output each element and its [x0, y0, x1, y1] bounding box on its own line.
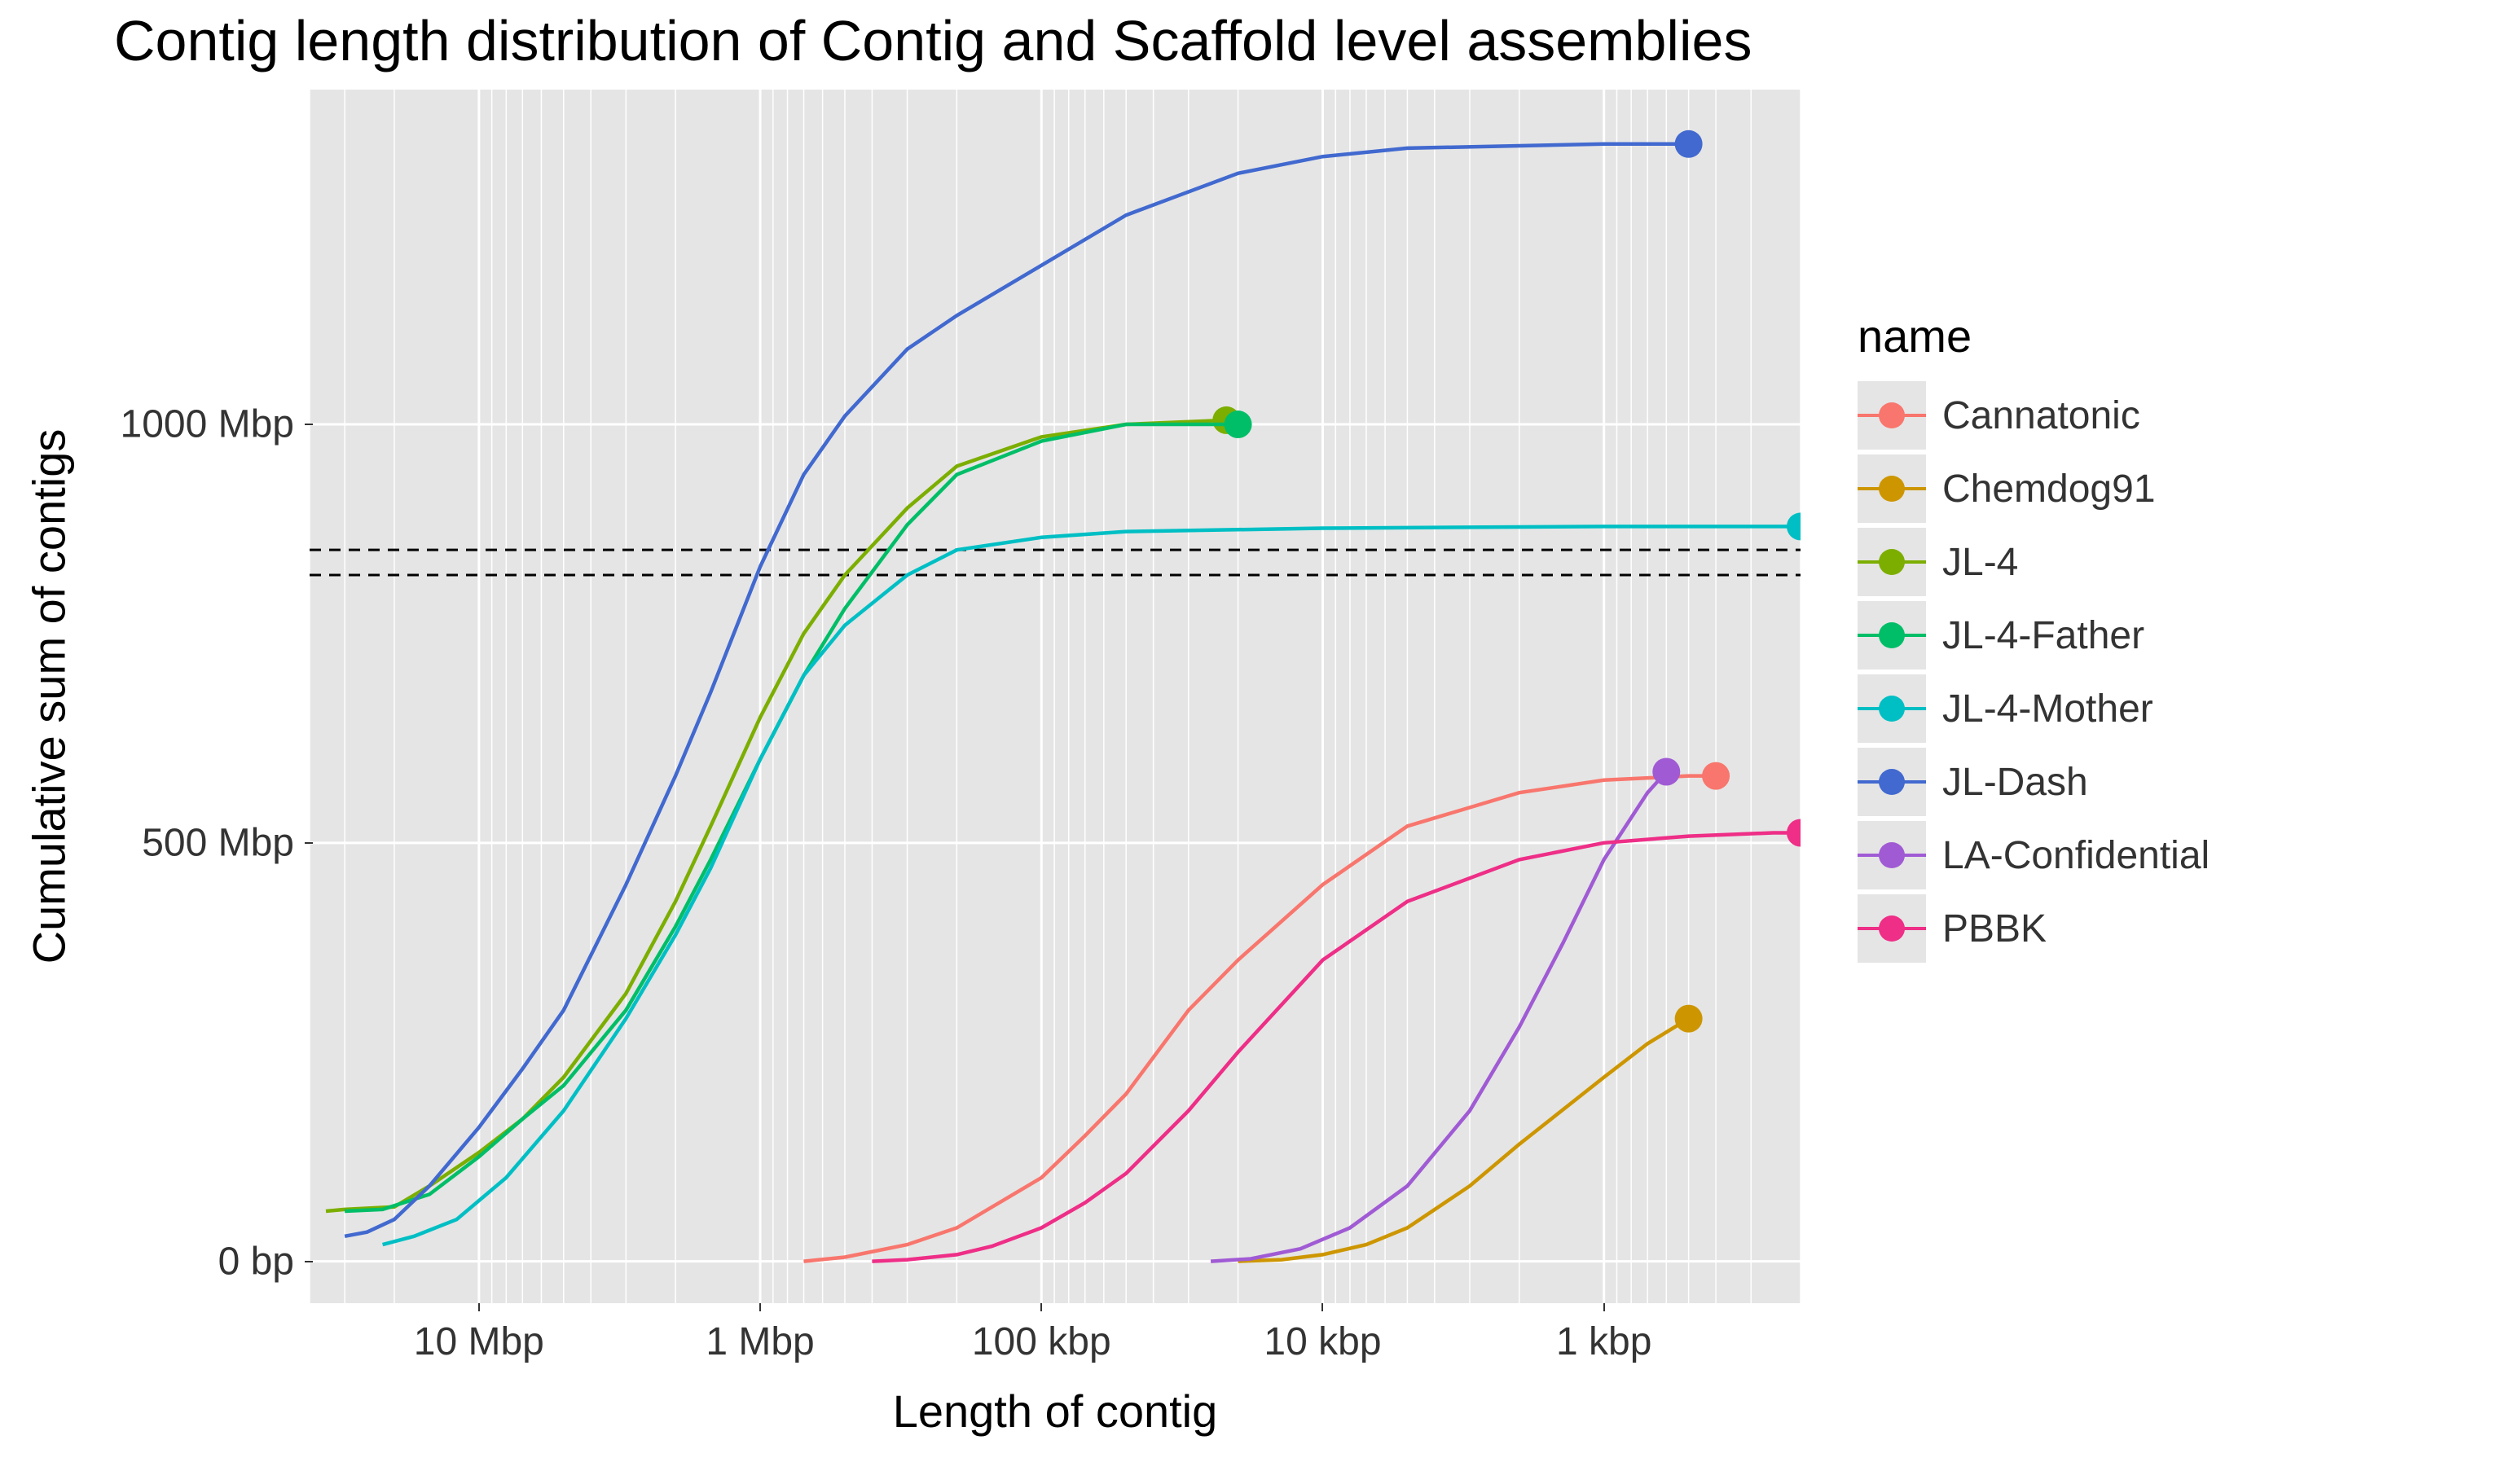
legend-item: JL-Dash — [1858, 745, 2210, 819]
series-endpoint-jl-dash — [1675, 130, 1703, 158]
legend-item: JL-4-Father — [1858, 599, 2210, 672]
series-line-jl-4-mother — [383, 526, 1801, 1245]
x-tick-label: 1 kbp — [1556, 1319, 1651, 1364]
plot-panel — [310, 90, 1801, 1303]
legend-item: JL-4-Mother — [1858, 672, 2210, 745]
series-line-chemdog91 — [1238, 1019, 1689, 1262]
legend-label: LA-Confidential — [1942, 833, 2210, 878]
legend-label: JL-4 — [1942, 540, 2018, 585]
x-tick-label: 10 kbp — [1264, 1319, 1381, 1364]
series-endpoint-jl-4-father — [1225, 411, 1252, 438]
legend-swatch — [1858, 381, 1926, 450]
legend-title: name — [1858, 310, 2210, 362]
legend-swatch — [1858, 454, 1926, 523]
x-tick-label: 1 Mbp — [706, 1319, 814, 1364]
series-endpoint-chemdog91 — [1675, 1005, 1703, 1033]
legend-label: Cannatonic — [1942, 393, 2140, 438]
legend-item: Cannatonic — [1858, 379, 2210, 452]
legend-item: PBBK — [1858, 892, 2210, 965]
legend-swatch — [1858, 748, 1926, 816]
legend-label: JL-Dash — [1942, 760, 2088, 805]
legend-swatch — [1858, 528, 1926, 596]
series-endpoint-la-confidential — [1652, 757, 1680, 785]
legend-item: Chemdog91 — [1858, 452, 2210, 525]
series-line-jl-4-father — [345, 424, 1238, 1211]
legend-swatch — [1858, 674, 1926, 743]
chart-title: Contig length distribution of Contig and… — [114, 8, 1752, 73]
series-line-jl-dash — [345, 144, 1689, 1236]
legend-item: JL-4 — [1858, 525, 2210, 599]
y-tick-label: 1000 Mbp — [82, 402, 294, 447]
legend-label: PBBK — [1942, 907, 2047, 951]
legend-label: JL-4-Mother — [1942, 687, 2153, 731]
legend: name Cannatonic Chemdog91 JL-4 JL-4-Father J… — [1858, 310, 2210, 965]
y-tick-label: 0 bp — [82, 1239, 294, 1284]
series-endpoint-cannatonic — [1702, 762, 1730, 790]
x-tick-label: 100 kbp — [972, 1319, 1111, 1364]
series-layer — [310, 90, 1801, 1303]
legend-swatch — [1858, 601, 1926, 670]
legend-swatch — [1858, 821, 1926, 889]
legend-swatch — [1858, 894, 1926, 963]
legend-label: JL-4-Father — [1942, 613, 2144, 658]
legend-label: Chemdog91 — [1942, 467, 2156, 511]
series-endpoint-pbbk — [1787, 819, 1801, 846]
y-axis-label: Cumulative sum of contigs — [23, 429, 76, 964]
legend-item: LA-Confidential — [1858, 819, 2210, 892]
x-axis-label: Length of contig — [893, 1385, 1218, 1438]
series-line-jl-4 — [326, 420, 1226, 1211]
y-tick-label: 500 Mbp — [82, 820, 294, 865]
series-endpoint-jl-4-mother — [1787, 512, 1801, 540]
x-tick-label: 10 Mbp — [414, 1319, 544, 1364]
